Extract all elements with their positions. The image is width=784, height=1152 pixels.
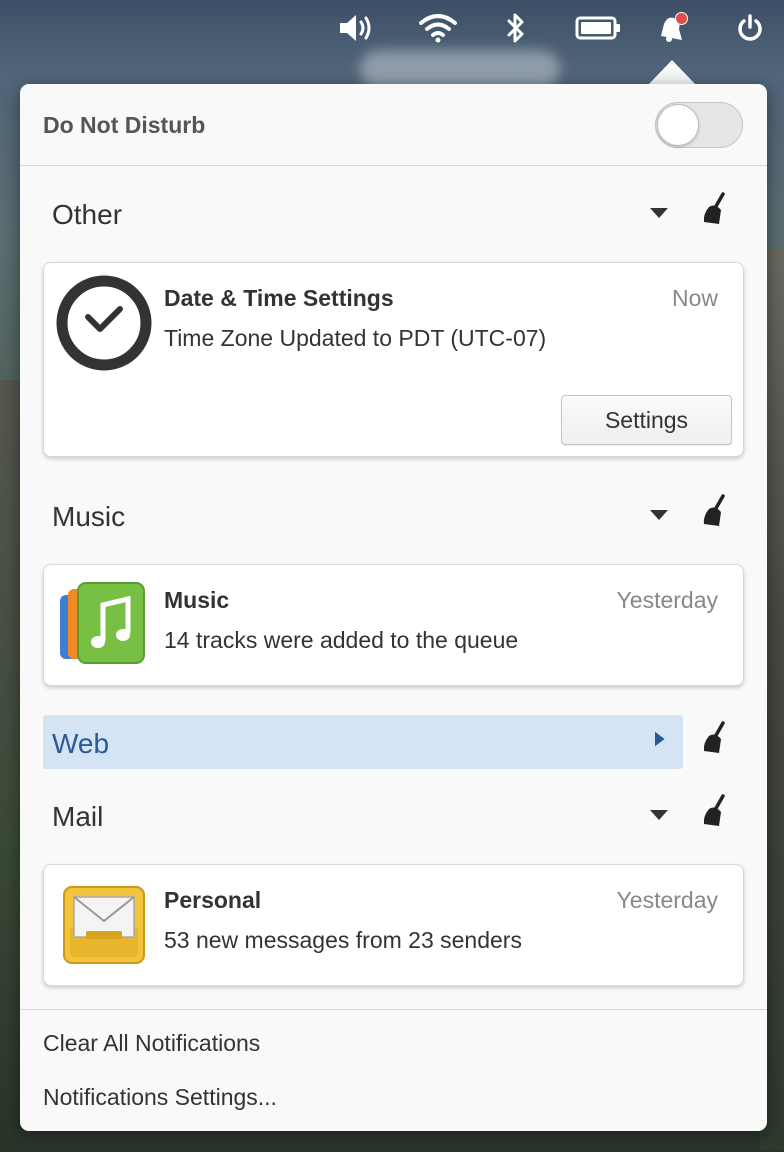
notification-title: Personal: [164, 887, 262, 913]
notification-body: Time Zone Updated to PDT (UTC-07): [164, 325, 547, 351]
popover-arrow: [648, 60, 696, 85]
clear-group-broom-icon[interactable]: [701, 794, 733, 830]
group-header-web[interactable]: Web: [43, 715, 683, 769]
group-title: Mail: [52, 801, 104, 832]
notification-time: Yesterday: [616, 587, 718, 613]
notification-card[interactable]: Date & Time Settings Now Time Zone Updat…: [43, 262, 744, 457]
notification-time: Now: [671, 285, 718, 311]
bluetooth-icon[interactable]: [496, 10, 536, 46]
chevron-down-icon[interactable]: [649, 807, 669, 823]
notifications-popover: Do Not Disturb Other Date & Time Setting…: [20, 84, 767, 1131]
mail-app-icon: [63, 886, 145, 964]
notification-title: Music: [164, 587, 230, 613]
group-title: Other: [52, 199, 123, 230]
volume-icon[interactable]: [336, 10, 376, 46]
settings-button[interactable]: Settings: [561, 395, 732, 445]
clear-group-broom-icon[interactable]: [701, 721, 733, 757]
notification-card[interactable]: Music Yesterday 14 tracks were added to …: [43, 564, 744, 686]
chevron-down-icon[interactable]: [649, 205, 669, 221]
clear-all-notifications-item[interactable]: Clear All Notifications: [43, 1030, 260, 1057]
notification-time: Yesterday: [616, 887, 718, 913]
notification-badge: [675, 12, 688, 25]
chevron-right-icon[interactable]: [649, 731, 669, 747]
clear-group-broom-icon[interactable]: [701, 192, 733, 228]
wifi-icon[interactable]: [418, 10, 458, 46]
music-app-icon: [60, 582, 145, 664]
toggle-knob: [657, 104, 699, 146]
do-not-disturb-row: Do Not Disturb: [20, 84, 767, 166]
battery-icon[interactable]: [574, 10, 622, 46]
notifications-icon[interactable]: [652, 10, 692, 46]
group-header-mail[interactable]: Mail: [43, 788, 683, 842]
notification-title: Date & Time Settings: [164, 285, 394, 311]
do-not-disturb-label: Do Not Disturb: [43, 112, 206, 138]
top-panel: [0, 0, 784, 56]
wallpaper-cliff: [0, 380, 20, 1152]
footer-divider: [20, 1009, 767, 1010]
clear-group-broom-icon[interactable]: [701, 494, 733, 530]
do-not-disturb-toggle[interactable]: [655, 102, 743, 148]
notification-body: 53 new messages from 23 senders: [164, 927, 522, 953]
chevron-down-icon[interactable]: [649, 507, 669, 523]
notification-body: 14 tracks were added to the queue: [164, 627, 519, 653]
notification-card[interactable]: Personal Yesterday 53 new messages from …: [43, 864, 744, 986]
group-header-music[interactable]: Music: [43, 488, 683, 542]
group-header-other[interactable]: Other: [43, 186, 683, 240]
notifications-settings-item[interactable]: Notifications Settings...: [43, 1084, 277, 1111]
group-title: Web: [52, 728, 110, 759]
clock-icon: [56, 275, 152, 371]
group-title: Music: [52, 501, 126, 532]
power-icon[interactable]: [730, 10, 770, 46]
